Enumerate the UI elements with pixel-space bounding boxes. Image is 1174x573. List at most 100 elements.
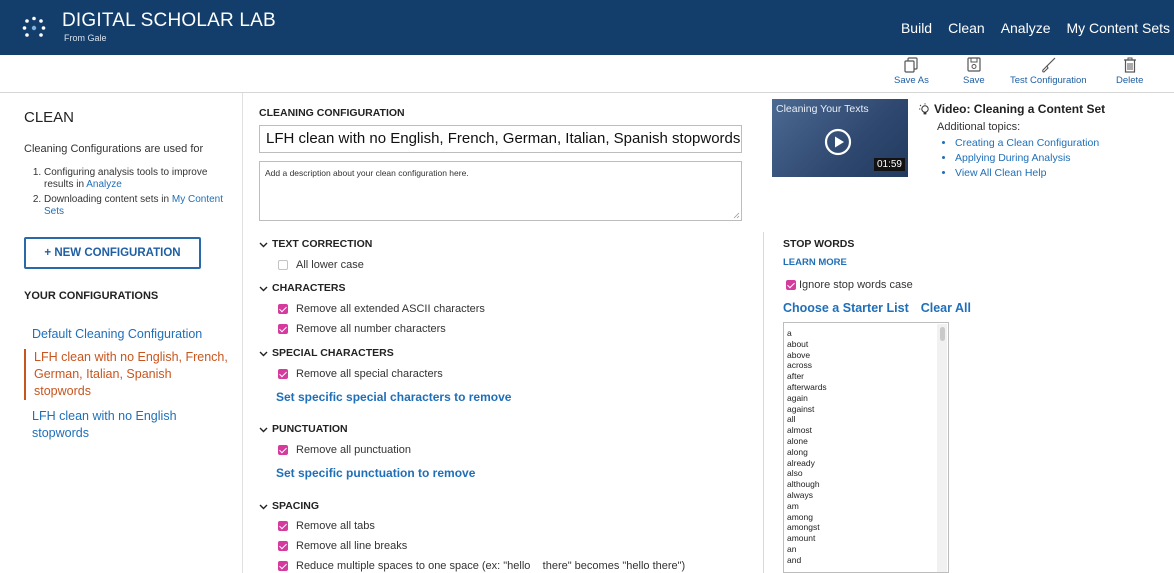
option-remove-punctuation[interactable]: Remove all punctuation: [278, 444, 411, 456]
checkbox[interactable]: [278, 304, 288, 314]
option-label: Remove all tabs: [296, 520, 375, 532]
stop-word: and: [787, 554, 802, 565]
delete-button[interactable]: Delete: [1116, 57, 1143, 86]
checkbox[interactable]: [278, 561, 288, 571]
usage-item: Downloading content sets in My Content S…: [44, 194, 230, 218]
panel-heading: CLEAN: [24, 109, 75, 126]
nav-my-content-sets[interactable]: My Content Sets: [1067, 20, 1171, 36]
nav-analyze[interactable]: Analyze: [1001, 20, 1051, 36]
set-special-characters-link[interactable]: Set specific special characters to remov…: [276, 390, 511, 404]
option-remove-tabs[interactable]: Remove all tabs: [278, 520, 375, 532]
chevron-down-icon: [259, 504, 268, 509]
video-heading-text: Video: Cleaning a Content Set: [934, 102, 1106, 116]
nav-build[interactable]: Build: [901, 20, 932, 36]
option-remove-special-characters[interactable]: Remove all special characters: [278, 368, 443, 380]
action-toolbar: Save As Save Test Configuration Delete: [0, 55, 1174, 93]
new-configuration-button[interactable]: + NEW CONFIGURATION: [24, 237, 201, 269]
video-title: Cleaning Your Texts: [776, 103, 869, 115]
topic-link-applying[interactable]: Applying During Analysis: [955, 151, 1099, 166]
spacing-toggle[interactable]: SPACING: [259, 500, 319, 512]
delete-label: Delete: [1116, 75, 1144, 86]
stop-word: an: [787, 543, 797, 554]
description-placeholder: Add a description about your clean confi…: [265, 168, 469, 178]
save-label: Save: [963, 75, 985, 86]
trash-icon: [1123, 57, 1136, 73]
stop-word: after: [787, 371, 805, 382]
nav-clean[interactable]: Clean: [948, 20, 985, 36]
option-all-lower-case[interactable]: All lower case: [278, 259, 364, 271]
column-divider: [763, 232, 764, 573]
characters-toggle[interactable]: CHARACTERS: [259, 282, 346, 294]
stop-word: a: [787, 328, 792, 338]
option-remove-line-breaks[interactable]: Remove all line breaks: [278, 540, 407, 552]
checkbox[interactable]: [278, 445, 288, 455]
option-remove-extended-ascii[interactable]: Remove all extended ASCII characters: [278, 303, 485, 315]
your-configurations-heading: YOUR CONFIGURATIONS: [24, 290, 159, 302]
topic-link-view-all[interactable]: View All Clean Help: [955, 166, 1099, 181]
stop-word: amongst: [787, 522, 820, 533]
config-item-lfh-multilang[interactable]: LFH clean with no English, French, Germa…: [24, 349, 229, 400]
stop-word: also: [787, 468, 803, 479]
configuration-description-textarea[interactable]: Add a description about your clean confi…: [259, 161, 742, 221]
checkbox[interactable]: [278, 521, 288, 531]
checkbox[interactable]: [278, 369, 288, 379]
special-characters-label: SPECIAL CHARACTERS: [272, 347, 394, 359]
set-punctuation-link[interactable]: Set specific punctuation to remove: [276, 466, 475, 480]
option-label: Remove all number characters: [296, 323, 446, 335]
clear-all-link[interactable]: Clear All: [921, 301, 971, 315]
brand-title: DIGITAL SCHOLAR LAB: [62, 10, 276, 31]
usage-text: Configuring analysis tools to improve re…: [44, 167, 208, 190]
save-as-button[interactable]: Save As: [894, 57, 929, 86]
stop-word: although: [787, 479, 820, 490]
top-header: DIGITAL SCHOLAR LAB From Gale Build Clea…: [0, 0, 1174, 55]
save-button[interactable]: Save: [963, 57, 985, 86]
ignore-case-label: Ignore stop words case: [799, 279, 913, 291]
config-item-lfh-english[interactable]: LFH clean with no English stopwords: [24, 408, 229, 442]
text-correction-toggle[interactable]: TEXT CORRECTION: [259, 238, 372, 250]
copy-icon: [904, 57, 919, 73]
special-characters-toggle[interactable]: SPECIAL CHARACTERS: [259, 347, 394, 359]
learn-more-link[interactable]: LEARN MORE: [783, 257, 847, 268]
broom-icon: [1042, 57, 1056, 73]
option-reduce-spaces[interactable]: Reduce multiple spaces to one space (ex:…: [278, 560, 685, 572]
stop-word: alone: [787, 435, 808, 446]
video-thumbnail[interactable]: Cleaning Your Texts 01:59: [772, 99, 908, 177]
scrollbar-track[interactable]: [937, 324, 947, 572]
stop-words-content: a about above across after afterwards again aga…: [787, 328, 827, 566]
test-configuration-button[interactable]: Test Configuration: [1010, 57, 1087, 86]
option-label: Reduce multiple spaces to one space (ex:…: [296, 560, 686, 572]
cleaning-configuration-title: CLEANING CONFIGURATION: [259, 107, 405, 119]
save-icon: [967, 57, 981, 72]
usage-text: Downloading content sets in: [44, 194, 172, 205]
config-item-default[interactable]: Default Cleaning Configuration: [24, 326, 229, 343]
dsl-logo-icon: [22, 16, 46, 37]
checkbox[interactable]: [278, 541, 288, 551]
checkbox[interactable]: [278, 324, 288, 334]
resize-handle-icon[interactable]: [732, 211, 740, 219]
stop-word: all: [787, 414, 796, 425]
play-icon[interactable]: [824, 128, 852, 156]
stop-word: against: [787, 403, 815, 414]
configuration-name-input[interactable]: LFH clean with no English, French, Germa…: [259, 125, 742, 153]
stop-words-title: STOP WORDS: [783, 238, 855, 250]
stop-words-textarea[interactable]: a about above across after afterwards again aga…: [783, 322, 949, 573]
video-heading: Video: Cleaning a Content Set: [918, 102, 1105, 116]
characters-label: CHARACTERS: [272, 282, 346, 294]
stop-word: among: [787, 511, 813, 522]
choose-starter-list-link[interactable]: Choose a Starter List: [783, 301, 909, 315]
topics-list: Creating a Clean Configuration Applying …: [953, 136, 1099, 181]
analyze-link[interactable]: Analyze: [86, 179, 122, 190]
checkbox[interactable]: [786, 280, 796, 290]
stop-word: across: [787, 360, 813, 371]
ignore-case-option[interactable]: Ignore stop words case: [786, 279, 913, 291]
topic-link-creating[interactable]: Creating a Clean Configuration: [955, 136, 1099, 151]
checkbox[interactable]: [278, 260, 288, 270]
punctuation-toggle[interactable]: PUNCTUATION: [259, 423, 348, 435]
panel-description: Cleaning Configurations are used for: [24, 143, 204, 155]
text-correction-label: TEXT CORRECTION: [272, 238, 373, 250]
stop-word: about: [787, 338, 809, 349]
stop-word: am: [787, 500, 799, 511]
scrollbar-thumb[interactable]: [940, 327, 945, 341]
stop-word: along: [787, 446, 808, 457]
option-remove-numbers[interactable]: Remove all number characters: [278, 323, 446, 335]
